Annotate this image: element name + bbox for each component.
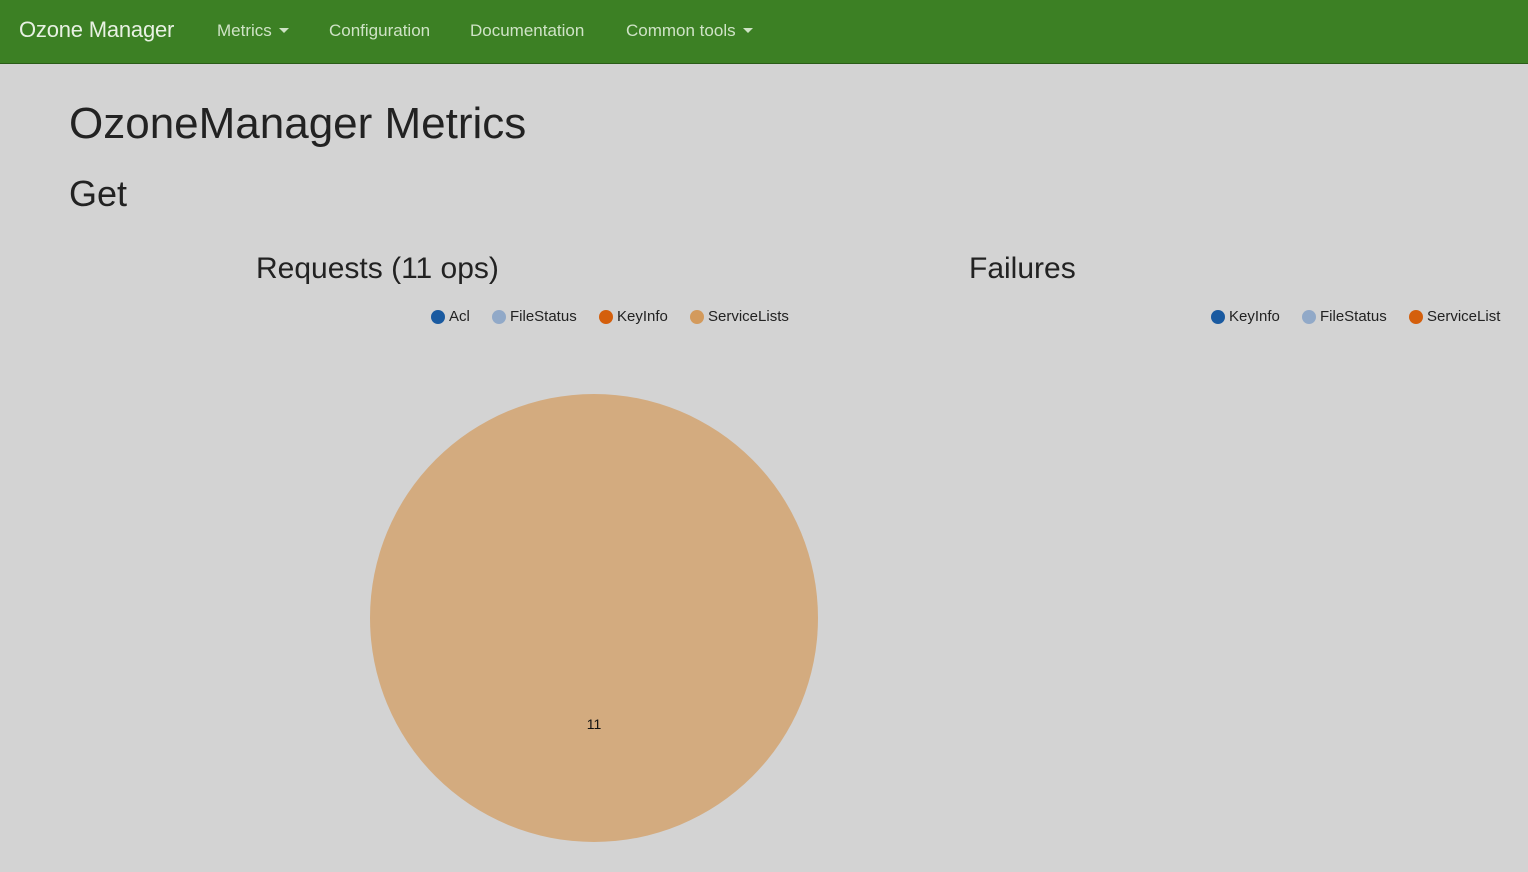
nav-common-tools-label: Common tools (626, 21, 736, 40)
legend-item-servicelists[interactable]: ServiceLists (690, 308, 789, 325)
page-title: OzoneManager Metrics (69, 99, 527, 148)
nav-documentation[interactable]: Documentation (470, 21, 584, 41)
legend-item-filestatus[interactable]: FileStatus (492, 308, 577, 325)
pie-slice-label-servicelists: 11 (587, 716, 602, 732)
legend-dot-icon (690, 309, 704, 324)
section-title: Get (69, 173, 128, 214)
legend-dot-icon (431, 309, 445, 324)
nav-metrics-dropdown[interactable]: Metrics (217, 21, 289, 41)
legend-label: KeyInfo (617, 308, 668, 325)
legend-item-filestatus[interactable]: FileStatus (1302, 308, 1387, 325)
pie-slice-servicelists[interactable] (370, 394, 818, 842)
caret-down-icon (742, 28, 753, 33)
legend-item-keyinfo[interactable]: KeyInfo (1211, 308, 1280, 325)
nav-configuration[interactable]: Configuration (329, 21, 430, 41)
legend-label: ServiceLists (708, 308, 789, 325)
navbar: Ozone Manager Metrics Configuration Docu… (0, 0, 1528, 64)
legend-dot-icon (1302, 309, 1316, 324)
legend-dot-icon (1409, 309, 1423, 324)
failures-chart-title: Failures (969, 252, 1076, 285)
legend-label: FileStatus (1320, 308, 1387, 325)
requests-chart-title: Requests (11 ops) (256, 252, 499, 285)
nav-common-tools-dropdown[interactable]: Common tools (626, 21, 753, 41)
legend-dot-icon (492, 309, 506, 324)
legend-dot-icon (1211, 309, 1225, 324)
legend-dot-icon (599, 309, 613, 324)
requests-pie-chart: 11 (370, 394, 818, 842)
nav-metrics-label: Metrics (217, 21, 272, 40)
legend-label: KeyInfo (1229, 308, 1280, 325)
legend-item-acl[interactable]: Acl (431, 308, 470, 325)
brand-link[interactable]: Ozone Manager (19, 17, 174, 43)
legend-label: ServiceList (1427, 308, 1501, 325)
caret-down-icon (278, 28, 289, 33)
legend-label: Acl (449, 308, 470, 325)
legend-item-servicelist[interactable]: ServiceList (1409, 308, 1500, 325)
legend-label: FileStatus (510, 308, 577, 325)
legend-item-keyinfo[interactable]: KeyInfo (599, 308, 668, 325)
